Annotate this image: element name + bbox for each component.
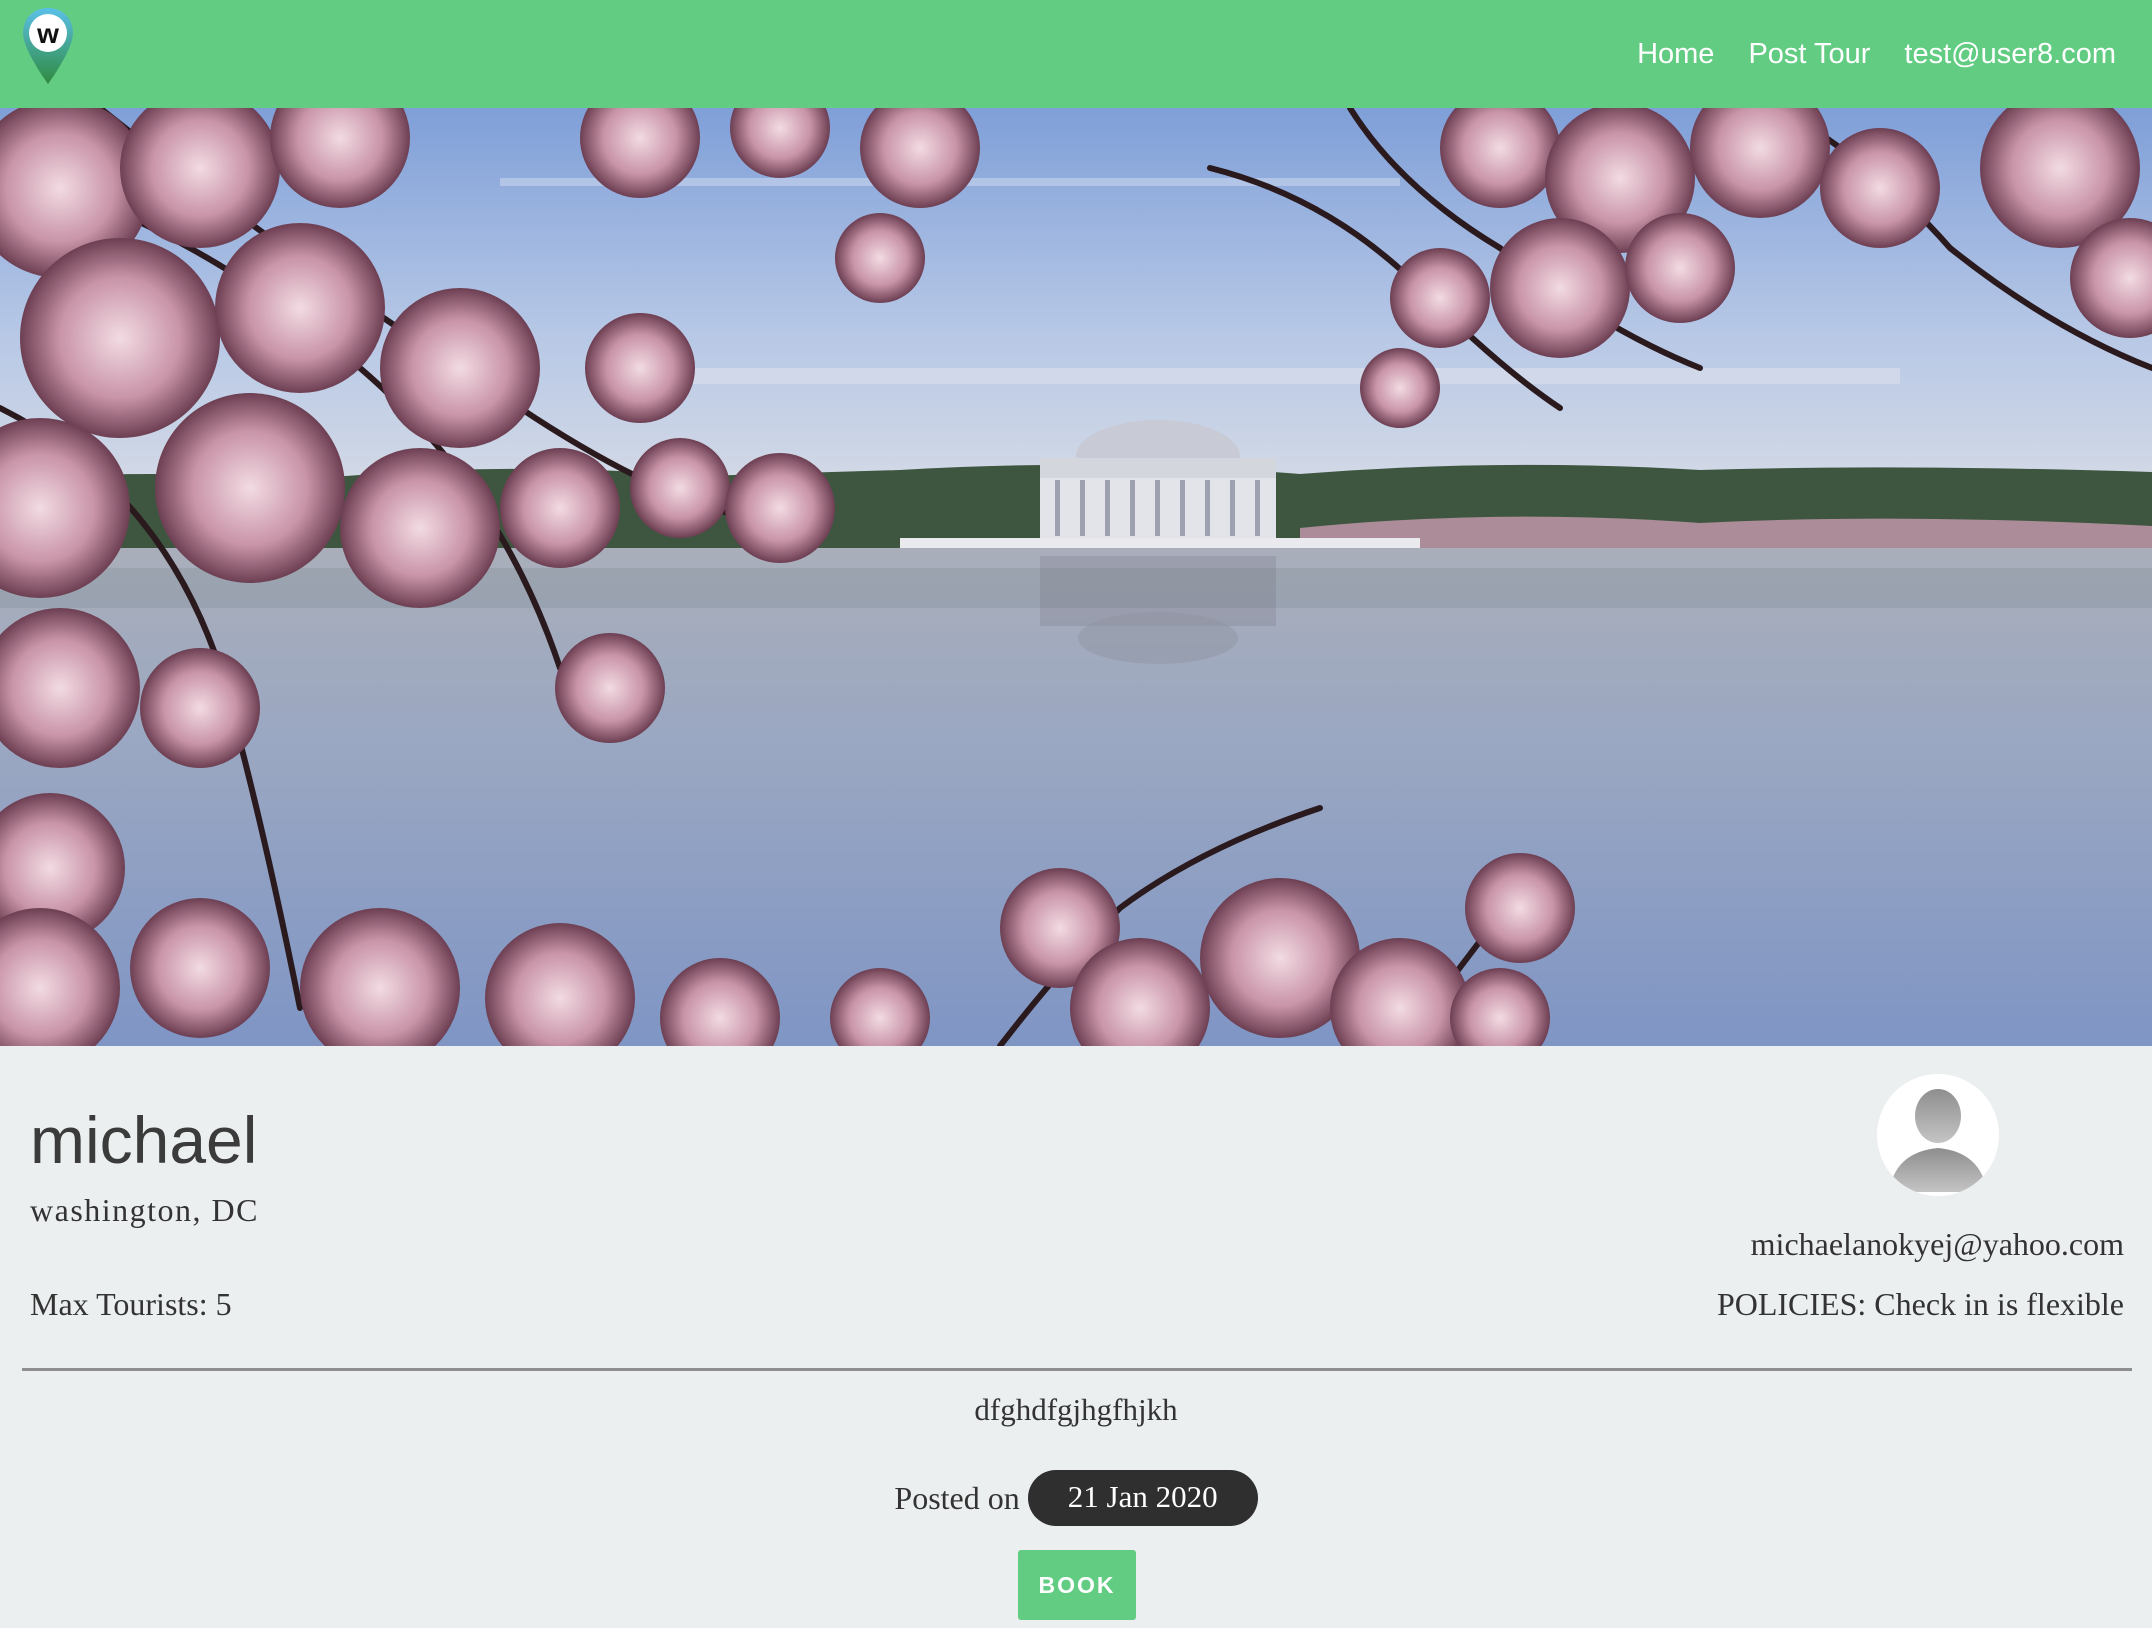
posted-info: Posted on 21 Jan 2020 <box>0 1470 2152 1526</box>
tour-policies: POLICIES: Check in is flexible <box>1716 1286 2124 1322</box>
nav-post-tour-link[interactable]: Post Tour <box>1748 38 1870 71</box>
tour-description: dfghdfgjhgfhjkh <box>974 1392 1178 1427</box>
max-tourists: Max Tourists: 5 <box>30 1286 232 1322</box>
section-divider <box>22 1368 2132 1371</box>
host-avatar-icon <box>1877 1074 1999 1196</box>
logo-letter: w <box>36 18 59 49</box>
nav-user-account-link[interactable]: test@user8.com <box>1904 38 2116 71</box>
tour-location: washington, DC <box>30 1192 259 1228</box>
book-button[interactable]: BOOK <box>1018 1550 1136 1620</box>
posted-label: Posted on <box>894 1479 1020 1516</box>
logo-pin-icon[interactable]: w <box>20 6 76 86</box>
nav-home-link[interactable]: Home <box>1637 38 1714 71</box>
host-email: michaelanokyej@yahoo.com <box>1750 1226 2124 1262</box>
top-navbar: w Home Post Tour test@user8.com <box>0 0 2152 108</box>
tour-hero-image <box>0 108 2152 1046</box>
tour-title: michael <box>30 1103 258 1177</box>
nav-links: Home Post Tour test@user8.com <box>1637 0 2116 108</box>
tour-detail: michael washington, DC Max Tourists: 5 m… <box>0 1046 2152 1628</box>
posted-date-badge: 21 Jan 2020 <box>1027 1470 1258 1526</box>
